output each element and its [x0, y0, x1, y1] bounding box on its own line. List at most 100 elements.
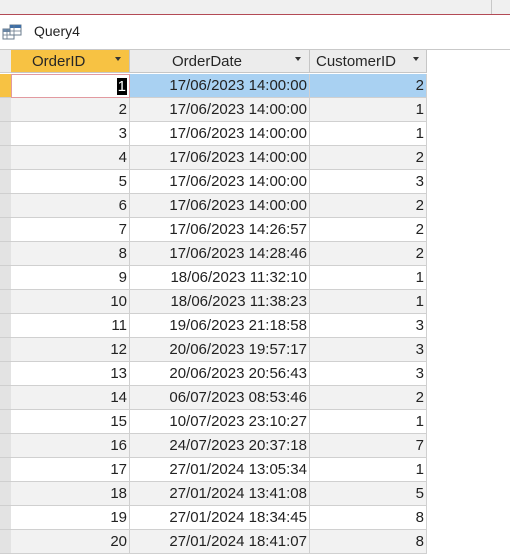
dropdown-arrow-icon[interactable]: [295, 57, 301, 61]
cell-orderid[interactable]: 13: [11, 362, 130, 386]
cell-customerid[interactable]: 2: [310, 242, 427, 266]
cell-orderdate[interactable]: 20/06/2023 19:57:17: [130, 338, 310, 362]
cell-customerid[interactable]: 3: [310, 338, 427, 362]
cell-customerid[interactable]: 1: [310, 122, 427, 146]
cell-customerid[interactable]: 3: [310, 314, 427, 338]
row-selector[interactable]: [0, 74, 11, 98]
cell-orderid[interactable]: 14: [11, 386, 130, 410]
cell-value: 8: [415, 533, 424, 550]
cell-orderdate[interactable]: 17/06/2023 14:00:00: [130, 122, 310, 146]
cell-orderid[interactable]: 6: [11, 194, 130, 218]
cell-orderid[interactable]: 15: [11, 410, 130, 434]
column-header-orderdate[interactable]: OrderDate: [130, 50, 310, 73]
row-selector[interactable]: [0, 266, 11, 290]
column-header-customerid[interactable]: CustomerID: [310, 50, 427, 73]
row-selector[interactable]: [0, 482, 11, 506]
row-selector[interactable]: [0, 530, 11, 554]
cell-orderid[interactable]: 7: [11, 218, 130, 242]
cell-orderdate[interactable]: 27/01/2024 13:41:08: [130, 482, 310, 506]
cell-value: 17/06/2023 14:00:00: [169, 149, 307, 166]
cell-customerid[interactable]: 3: [310, 170, 427, 194]
cell-customerid[interactable]: 1: [310, 266, 427, 290]
cell-customerid[interactable]: 1: [310, 410, 427, 434]
row-selector[interactable]: [0, 338, 11, 362]
column-header-orderid[interactable]: OrderID: [11, 50, 130, 73]
row-selector[interactable]: [0, 170, 11, 194]
cell-customerid[interactable]: 8: [310, 530, 427, 554]
cell-orderid[interactable]: 10: [11, 290, 130, 314]
cell-orderid[interactable]: 18: [11, 482, 130, 506]
cell-value: 3: [415, 365, 424, 382]
cell-value: 17/06/2023 14:00:00: [169, 125, 307, 142]
cell-value: 7: [118, 221, 127, 238]
tab-query4-title[interactable]: Query4: [34, 23, 80, 39]
cell-customerid[interactable]: 8: [310, 506, 427, 530]
dropdown-arrow-icon[interactable]: [413, 57, 419, 61]
cell-orderdate[interactable]: 18/06/2023 11:32:10: [130, 266, 310, 290]
cell-orderdate[interactable]: 19/06/2023 21:18:58: [130, 314, 310, 338]
datasheet-grid: OrderID OrderDate CustomerID 1 17/06/2023…: [0, 50, 510, 554]
cell-customerid[interactable]: 3: [310, 362, 427, 386]
cell-orderid[interactable]: 16: [11, 434, 130, 458]
cell-orderid[interactable]: 1: [11, 74, 130, 98]
cell-customerid[interactable]: 2: [310, 194, 427, 218]
cell-orderdate[interactable]: 10/07/2023 23:10:27: [130, 410, 310, 434]
cell-value: 17/06/2023 14:00:00: [169, 197, 307, 214]
row-selector[interactable]: [0, 362, 11, 386]
row-selector[interactable]: [0, 386, 11, 410]
cell-customerid[interactable]: 2: [310, 146, 427, 170]
cell-orderid[interactable]: 17: [11, 458, 130, 482]
cell-customerid[interactable]: 5: [310, 482, 427, 506]
cell-orderid[interactable]: 11: [11, 314, 130, 338]
cell-orderdate[interactable]: 27/01/2024 18:34:45: [130, 506, 310, 530]
cell-orderdate[interactable]: 20/06/2023 20:56:43: [130, 362, 310, 386]
cell-orderdate[interactable]: 17/06/2023 14:26:57: [130, 218, 310, 242]
row-selector[interactable]: [0, 506, 11, 530]
cell-orderdate[interactable]: 24/07/2023 20:37:18: [130, 434, 310, 458]
cell-customerid[interactable]: 1: [310, 290, 427, 314]
cell-customerid[interactable]: 1: [310, 98, 427, 122]
cell-customerid[interactable]: 2: [310, 218, 427, 242]
cell-orderdate[interactable]: 17/06/2023 14:28:46: [130, 242, 310, 266]
cell-orderdate[interactable]: 17/06/2023 14:00:00: [130, 146, 310, 170]
cell-orderid[interactable]: 19: [11, 506, 130, 530]
cell-value: 2: [415, 77, 424, 94]
cell-orderdate[interactable]: 27/01/2024 18:41:07: [130, 530, 310, 554]
cell-orderdate[interactable]: 17/06/2023 14:00:00: [130, 98, 310, 122]
cell-customerid[interactable]: 1: [310, 458, 427, 482]
cell-orderid[interactable]: 8: [11, 242, 130, 266]
dropdown-arrow-icon[interactable]: [115, 57, 121, 61]
cell-value: 1: [415, 125, 424, 142]
cell-orderid[interactable]: 12: [11, 338, 130, 362]
document-tab-bar: Query4: [0, 15, 510, 50]
cell-customerid[interactable]: 2: [310, 74, 427, 98]
cell-orderid[interactable]: 5: [11, 170, 130, 194]
cell-orderid[interactable]: 4: [11, 146, 130, 170]
cell-orderid[interactable]: 2: [11, 98, 130, 122]
row-selector[interactable]: [0, 290, 11, 314]
row-selector[interactable]: [0, 218, 11, 242]
row-selector[interactable]: [0, 122, 11, 146]
cell-orderid[interactable]: 3: [11, 122, 130, 146]
row-selector[interactable]: [0, 314, 11, 338]
row-selector[interactable]: [0, 458, 11, 482]
row-selector[interactable]: [0, 434, 11, 458]
cell-orderdate[interactable]: 17/06/2023 14:00:00: [130, 170, 310, 194]
cell-orderdate[interactable]: 06/07/2023 08:53:46: [130, 386, 310, 410]
cell-value: 8: [118, 245, 127, 262]
row-selector[interactable]: [0, 98, 11, 122]
row-selector[interactable]: [0, 146, 11, 170]
cell-orderdate[interactable]: 18/06/2023 11:38:23: [130, 290, 310, 314]
row-selector[interactable]: [0, 410, 11, 434]
cell-customerid[interactable]: 7: [310, 434, 427, 458]
cell-orderid[interactable]: 20: [11, 530, 130, 554]
cell-orderdate[interactable]: 17/06/2023 14:00:00: [130, 194, 310, 218]
cell-customerid[interactable]: 2: [310, 386, 427, 410]
cell-orderdate[interactable]: 17/06/2023 14:00:00: [130, 74, 310, 98]
row-selector[interactable]: [0, 242, 11, 266]
cell-value: 17: [110, 461, 127, 478]
cell-orderdate[interactable]: 27/01/2024 13:05:34: [130, 458, 310, 482]
select-all-corner[interactable]: [0, 50, 11, 73]
cell-orderid[interactable]: 9: [11, 266, 130, 290]
row-selector[interactable]: [0, 194, 11, 218]
